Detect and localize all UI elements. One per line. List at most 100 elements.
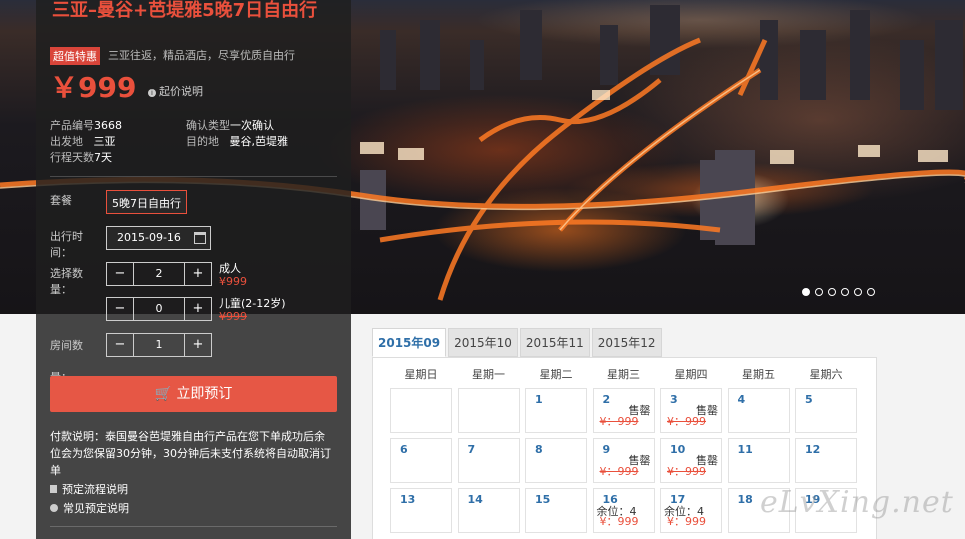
cart-icon: 🛒: [154, 386, 172, 402]
carousel-dot[interactable]: [828, 288, 836, 296]
book-now-button[interactable]: 🛒 立即预订: [50, 376, 337, 412]
calendar-day-cell[interactable]: 6: [390, 438, 452, 483]
calendar-day-cell[interactable]: 10 售罄 ¥：999: [660, 438, 722, 483]
day-number: 2: [602, 393, 611, 406]
adult-minus-button[interactable]: −: [107, 263, 133, 285]
booking-flow-link[interactable]: 预定流程说明: [50, 481, 128, 497]
adult-stepper[interactable]: − 2 +: [106, 262, 212, 286]
date-label: 出行时 间：: [50, 230, 83, 259]
weekday-header: 星期二: [539, 368, 573, 381]
day-price: ¥：999: [667, 515, 706, 528]
carousel-dot[interactable]: [802, 288, 810, 296]
day-number: 3: [670, 393, 678, 406]
calendar-day-cell[interactable]: 11: [727, 438, 790, 483]
calendar-day-cell[interactable]: 15: [525, 488, 587, 533]
day-price: ¥：999: [599, 465, 639, 478]
calendar-day-cell[interactable]: 1: [525, 388, 587, 433]
divider: [50, 526, 337, 527]
child-stepper[interactable]: − 0 +: [106, 297, 212, 321]
month-tab[interactable]: 2015年09: [372, 328, 447, 357]
destination: 目的地 曼谷,芭堤雅: [186, 135, 288, 148]
day-price: ¥：999: [599, 515, 639, 528]
adult-plus-button[interactable]: +: [185, 263, 211, 285]
month-tab[interactable]: 2015年10: [448, 328, 518, 357]
product-code: 产品编号3668: [50, 119, 122, 132]
day-number: 6: [400, 443, 408, 456]
child-count[interactable]: 0: [133, 298, 185, 320]
rooms-stepper[interactable]: − 1 +: [106, 333, 212, 357]
day-number: 8: [535, 443, 543, 456]
calendar-day-cell[interactable]: 2 售罄 ¥：999: [592, 388, 655, 433]
calendar-day-cell[interactable]: 14: [457, 488, 520, 533]
month-tab[interactable]: 2015年12: [591, 328, 662, 357]
document-icon: [50, 485, 57, 493]
trip-days: 行程天数7天: [50, 151, 112, 164]
day-number: 11: [737, 443, 753, 456]
question-icon: [50, 504, 58, 512]
day-price: ¥：999: [599, 415, 639, 428]
calendar-day-cell[interactable]: 12: [795, 438, 857, 483]
calendar-day-cell[interactable]: 7: [457, 438, 520, 483]
origin: 出发地 三亚: [50, 135, 116, 148]
day-number: 15: [535, 493, 551, 506]
calendar-day-cell[interactable]: 9 售罄 ¥：999: [592, 438, 655, 483]
carousel-dot[interactable]: [815, 288, 823, 296]
carousel-dots: [802, 288, 875, 296]
child-minus-button[interactable]: −: [107, 298, 133, 320]
date-picker[interactable]: 2015-09-16: [106, 226, 211, 250]
calendar-day-cell[interactable]: 17 余位：4 ¥：999: [660, 488, 722, 533]
watermark-logo: eLvXing.net: [760, 485, 954, 520]
product-title: 三亚–曼谷+芭堤雅5晚7日自由行: [52, 0, 318, 21]
day-price: ¥：999: [667, 415, 706, 428]
day-number: 1: [535, 393, 543, 406]
carousel-dot[interactable]: [854, 288, 862, 296]
product-price: ￥999: [50, 71, 137, 104]
child-info: 儿童(2-12岁) ¥999: [219, 297, 286, 323]
adult-count[interactable]: 2: [133, 263, 185, 285]
day-number: 4: [737, 393, 746, 406]
day-number: 18: [737, 493, 753, 506]
calendar-day-cell[interactable]: 13: [390, 488, 452, 533]
day-number: 10: [670, 443, 686, 456]
carousel-dot[interactable]: [841, 288, 849, 296]
day-number: 14: [467, 493, 483, 506]
faq-link[interactable]: 常见预定说明: [50, 500, 129, 516]
adult-info: 成人 ¥999: [219, 262, 247, 288]
weekday-header: 星期一: [472, 368, 505, 381]
weekday-header: 星期五: [742, 368, 775, 381]
package-label: 套餐: [50, 194, 72, 207]
weekday-header: 星期日: [404, 368, 438, 381]
month-tab[interactable]: 2015年11: [519, 328, 590, 357]
carousel-dot[interactable]: [867, 288, 875, 296]
date-value: 2015-09-16: [117, 231, 181, 244]
payment-note: 付款说明：泰国曼谷芭堤雅自由行产品在您下单成功后余位会为您保留30分钟，30分钟…: [50, 430, 331, 477]
day-number: 7: [467, 443, 476, 456]
package-option[interactable]: 5晚7日自由行: [106, 190, 187, 214]
divider: [50, 176, 337, 177]
price-note-label: 起价说明: [159, 85, 203, 98]
calendar-day-cell[interactable]: 3 售罄 ¥：999: [660, 388, 722, 433]
calendar-day-cell[interactable]: 16 余位：4 ¥：999: [592, 488, 655, 533]
calendar-day-cell[interactable]: 5: [795, 388, 857, 433]
rooms-plus-button[interactable]: +: [185, 334, 211, 356]
rooms-minus-button[interactable]: −: [107, 334, 133, 356]
calendar-icon: [194, 232, 206, 244]
day-number: 5: [805, 393, 813, 406]
rooms-count[interactable]: 1: [133, 334, 185, 356]
quantity-label: 选择数 量：: [50, 267, 83, 296]
calendar-day-cell[interactable]: 4: [727, 388, 790, 433]
child-plus-button[interactable]: +: [185, 298, 211, 320]
confirm-type: 确认类型一次确认: [186, 119, 274, 132]
info-icon: i: [148, 89, 156, 97]
product-subtitle: 三亚往返，精品酒店，尽享优质自由行: [108, 49, 295, 62]
promo-tag: 超值特惠: [50, 47, 100, 65]
calendar-day-cell: [457, 388, 520, 433]
calendar-day-cell[interactable]: 8: [525, 438, 587, 483]
day-number: 9: [602, 443, 611, 456]
day-number: 13: [400, 493, 416, 506]
weekday-header: 星期六: [809, 368, 843, 381]
price-note-link[interactable]: i 起价说明: [148, 83, 203, 99]
calendar-day-cell: [390, 388, 452, 433]
booking-panel: 三亚–曼谷+芭堤雅5晚7日自由行 超值特惠 三亚往返，精品酒店，尽享优质自由行 …: [36, 0, 351, 539]
month-tabs: 2015年09 2015年10 2015年11 2015年12: [372, 328, 662, 357]
